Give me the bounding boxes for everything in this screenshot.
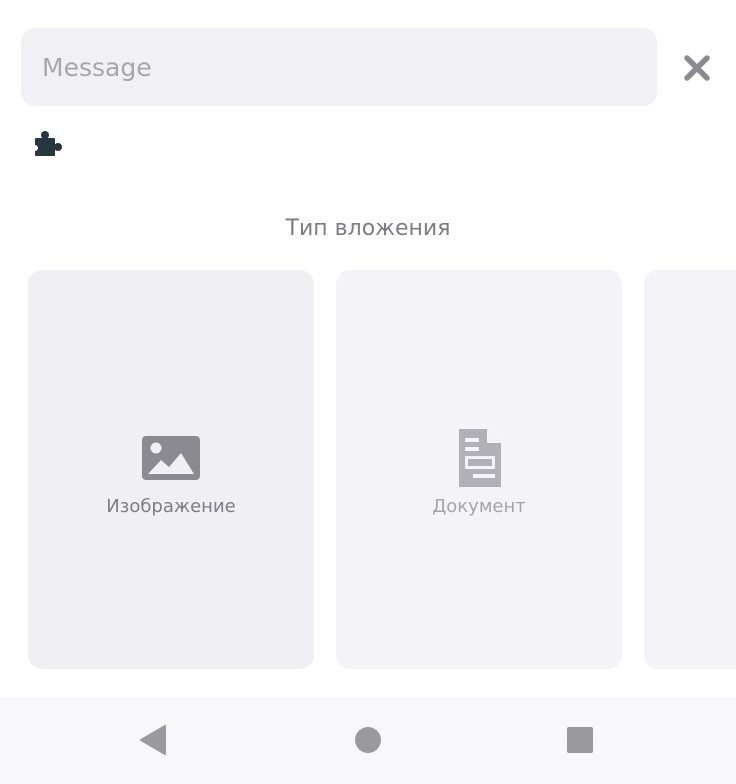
nav-recents-button[interactable]	[552, 715, 608, 765]
attachment-type-image-card[interactable]: Изображение	[28, 270, 314, 669]
home-circle-icon	[355, 727, 381, 753]
document-card-label: Документ	[432, 496, 526, 517]
image-card-label: Изображение	[106, 496, 236, 517]
attachment-type-carousel[interactable]: Изображение Документ	[0, 270, 736, 669]
puzzle-piece-icon[interactable]	[32, 128, 65, 158]
nav-home-button[interactable]	[340, 715, 396, 765]
attachment-type-title: Тип вложения	[285, 216, 451, 241]
back-triangle-icon	[140, 725, 166, 755]
attachment-type-document-card[interactable]: Документ	[336, 270, 622, 669]
system-navigation-bar	[0, 697, 736, 784]
message-input[interactable]	[21, 28, 657, 106]
attachment-type-partial-card[interactable]	[644, 270, 736, 669]
attachment-picker-screen: Тип вложения Изображение	[0, 0, 736, 784]
image-icon	[141, 428, 201, 488]
recents-square-icon	[567, 727, 593, 753]
close-icon	[684, 55, 710, 81]
close-button[interactable]	[672, 45, 722, 91]
nav-back-button[interactable]	[125, 715, 181, 765]
document-icon	[457, 428, 501, 488]
